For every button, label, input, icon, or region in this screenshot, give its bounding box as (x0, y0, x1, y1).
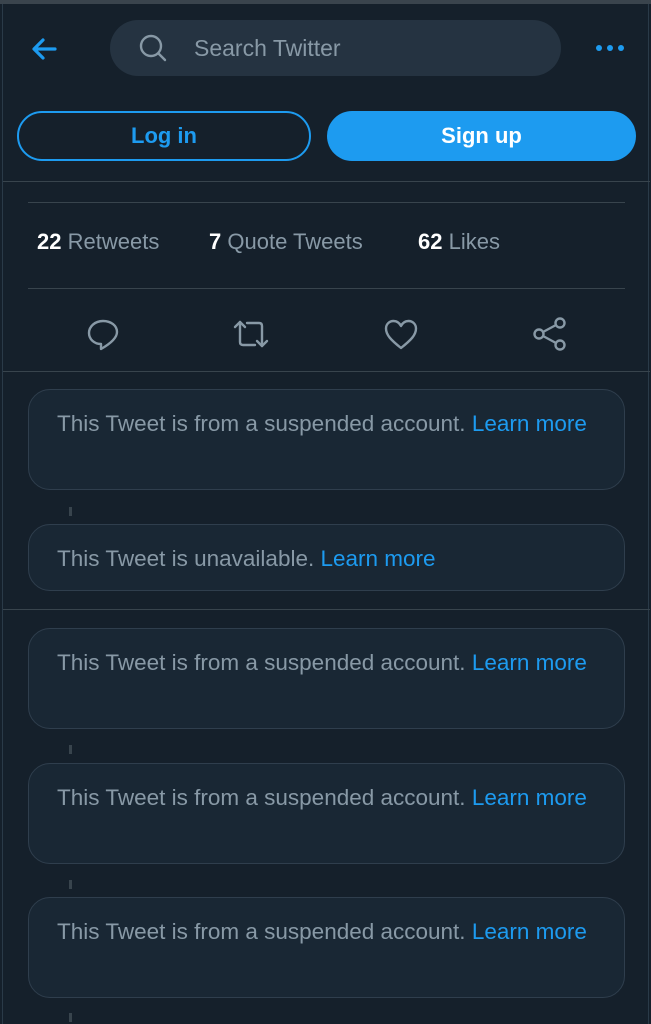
likes-stat[interactable]: 62 Likes (418, 229, 500, 255)
divider (28, 288, 625, 289)
suspended-tweet-card: This Tweet is from a suspended account. … (28, 763, 625, 864)
divider (3, 181, 650, 182)
quote-tweets-stat[interactable]: 7 Quote Tweets (209, 229, 363, 255)
retweet-icon[interactable] (231, 314, 271, 354)
search-input[interactable]: Search Twitter (194, 35, 341, 62)
divider (3, 371, 650, 372)
learn-more-link[interactable]: Learn more (321, 546, 436, 571)
unavailable-tweet-card: This Tweet is unavailable. Learn more (28, 524, 625, 591)
tweet-notice-text: This Tweet is from a suspended account. (57, 650, 466, 675)
thread-connector (69, 1013, 72, 1022)
learn-more-link[interactable]: Learn more (472, 650, 587, 675)
divider (28, 202, 625, 203)
tweet-detail-page: Search Twitter Log in Sign up 22 Retweet… (2, 4, 650, 1024)
search-icon (138, 33, 168, 63)
tweet-notice-text: This Tweet is unavailable. (57, 546, 315, 571)
retweets-count: 22 (37, 229, 62, 254)
tweet-notice-text: This Tweet is from a suspended account. (57, 919, 466, 944)
quotes-count: 7 (209, 229, 222, 254)
retweets-stat[interactable]: 22 Retweets (37, 229, 159, 255)
top-bar: Search Twitter (3, 4, 650, 94)
tweet-notice-text: This Tweet is from a suspended account. (57, 411, 466, 436)
tweet-notice-text: This Tweet is from a suspended account. (57, 785, 466, 810)
share-icon[interactable] (530, 314, 570, 354)
learn-more-link[interactable]: Learn more (472, 411, 587, 436)
learn-more-link[interactable]: Learn more (472, 919, 587, 944)
thread-connector (69, 880, 72, 889)
signup-button[interactable]: Sign up (327, 111, 636, 161)
reply-icon[interactable] (83, 314, 123, 354)
likes-count: 62 (418, 229, 443, 254)
more-icon[interactable] (593, 34, 627, 62)
thread-connector (69, 507, 72, 516)
suspended-tweet-card: This Tweet is from a suspended account. … (28, 389, 625, 490)
thread-connector (69, 745, 72, 754)
learn-more-link[interactable]: Learn more (472, 785, 587, 810)
retweets-label: Retweets (67, 229, 160, 254)
quotes-label: Quote Tweets (227, 229, 363, 254)
likes-label: Likes (448, 229, 500, 254)
search-box[interactable]: Search Twitter (110, 20, 561, 76)
login-button[interactable]: Log in (17, 111, 311, 161)
suspended-tweet-card: This Tweet is from a suspended account. … (28, 628, 625, 729)
like-icon[interactable] (381, 314, 421, 354)
back-arrow-icon[interactable] (27, 32, 61, 66)
suspended-tweet-card: This Tweet is from a suspended account. … (28, 897, 625, 998)
tweet-actions (3, 314, 650, 354)
divider (3, 609, 650, 610)
